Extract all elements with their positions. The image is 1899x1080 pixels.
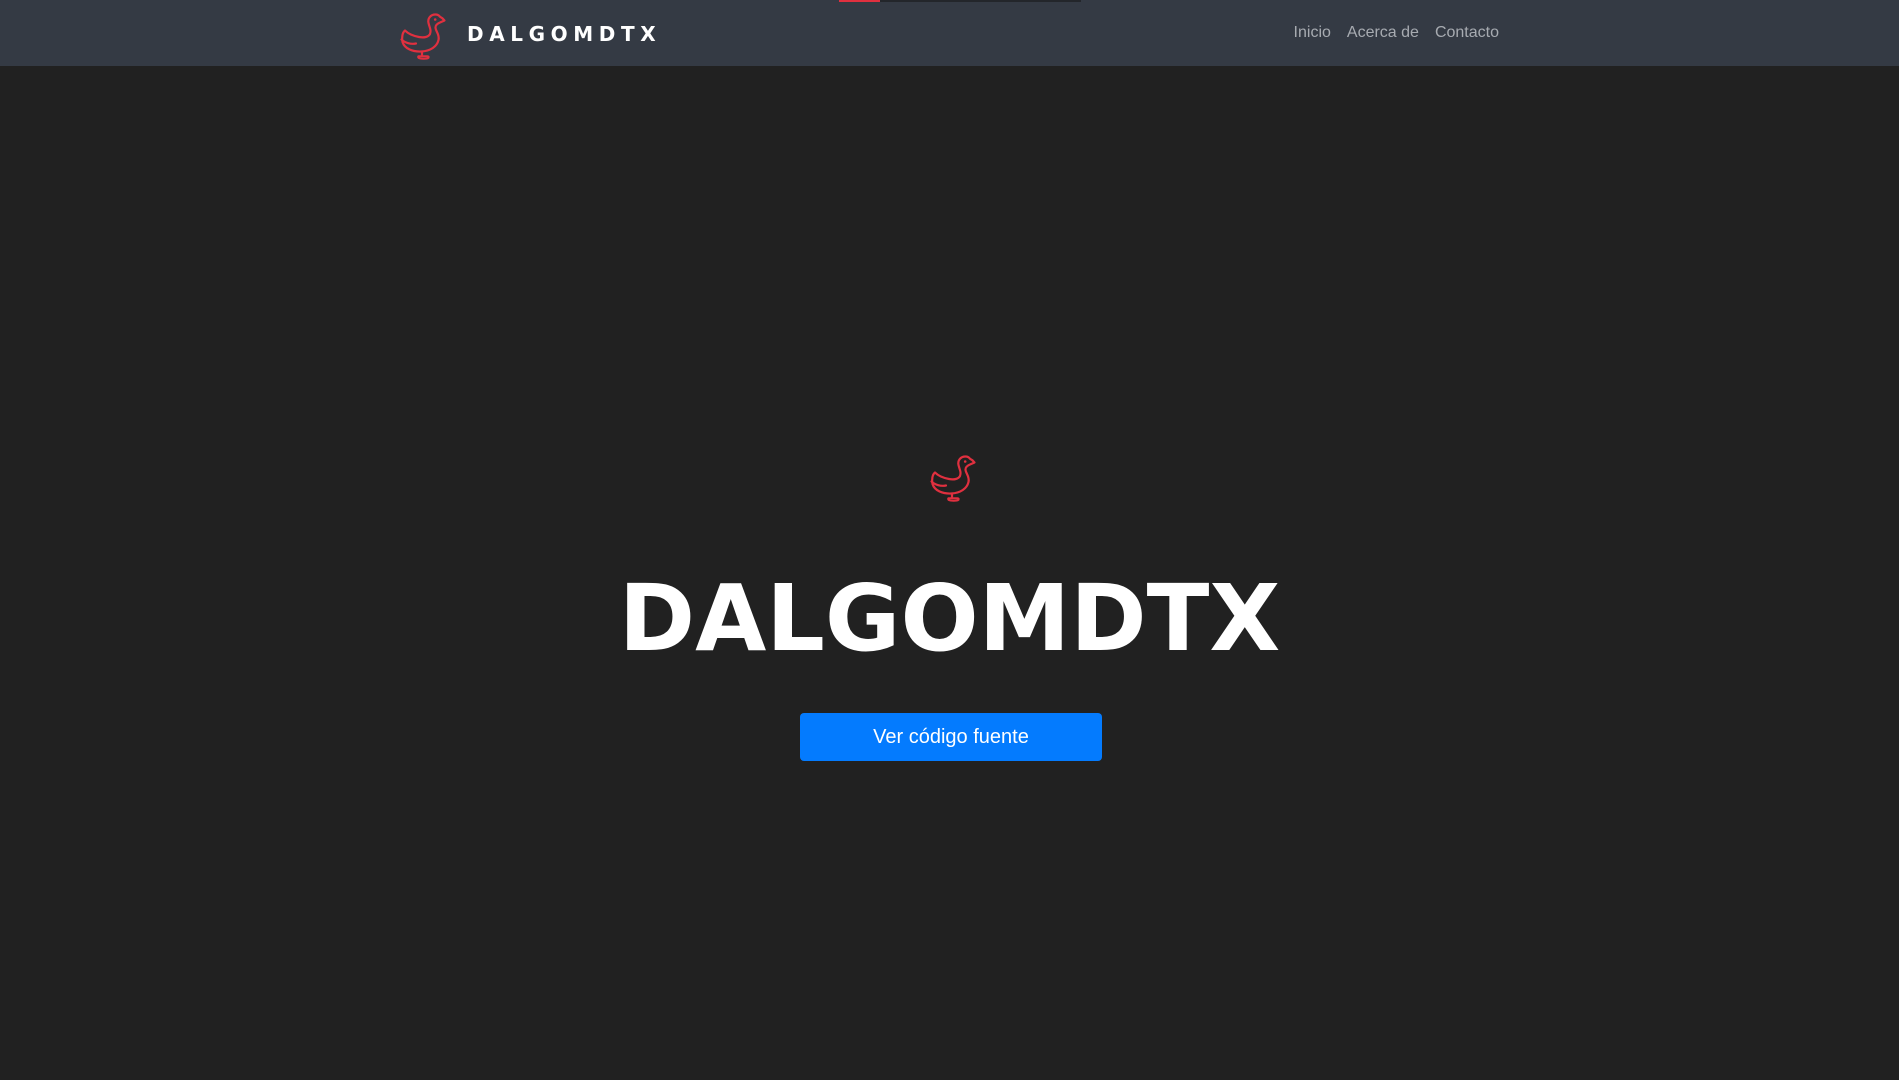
nav-item-contacto: Contacto <box>1435 24 1499 42</box>
nav-menu: Inicio Acerca de Contacto <box>1294 0 1499 66</box>
nav-link-acerca-de[interactable]: Acerca de <box>1347 24 1419 41</box>
duck-icon <box>927 450 977 502</box>
nav-item-acerca-de: Acerca de <box>1347 24 1419 42</box>
nav-item-inicio: Inicio <box>1294 24 1331 42</box>
nav-link-contacto[interactable]: Contacto <box>1435 24 1499 41</box>
scroll-progress-bar <box>839 0 1081 2</box>
nav-link-inicio[interactable]: Inicio <box>1294 24 1331 41</box>
view-source-code-button[interactable]: Ver código fuente <box>800 713 1102 761</box>
duck-icon <box>397 8 447 60</box>
hero-section: DALGOMDTX Ver código fuente <box>0 66 1899 1080</box>
brand-home-link[interactable]: DALGOMDTX <box>397 7 661 61</box>
brand-name: DALGOMDTX <box>467 22 662 46</box>
hero-title: DALGOMDTX <box>618 565 1281 672</box>
scroll-progress-fill <box>839 0 881 2</box>
top-navbar: DALGOMDTX Inicio Acerca de Contacto <box>0 0 1899 66</box>
